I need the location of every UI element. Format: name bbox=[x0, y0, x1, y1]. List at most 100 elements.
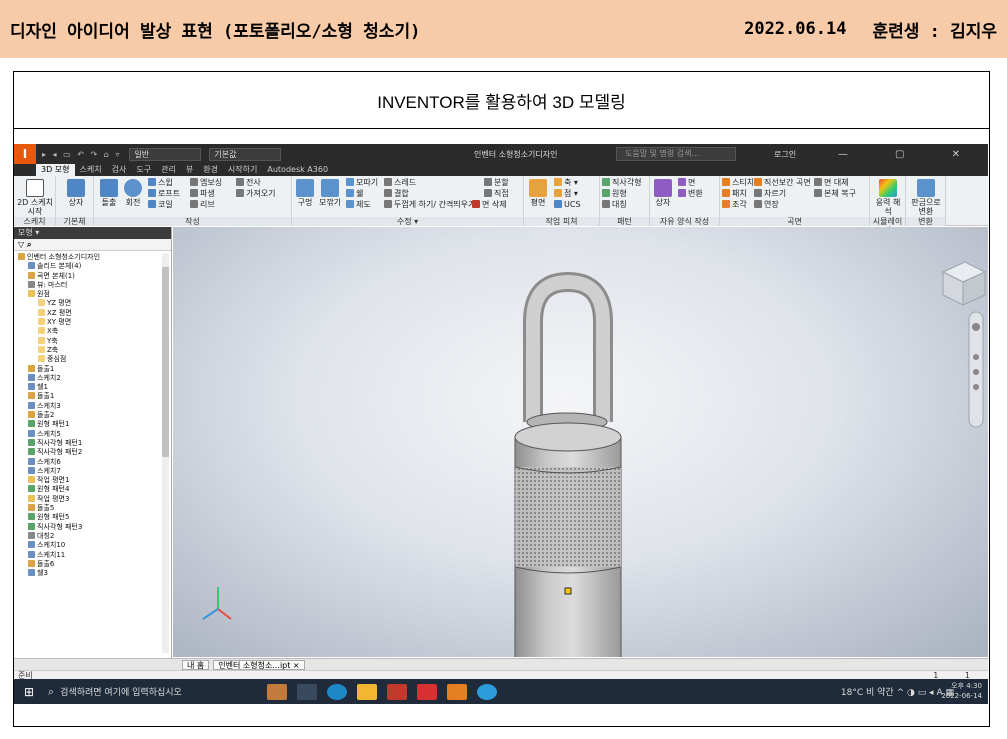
direct-edit-button[interactable]: 직접 bbox=[484, 189, 509, 199]
decal-button[interactable]: 전사 bbox=[236, 178, 261, 188]
box-button[interactable]: 상자 bbox=[64, 179, 88, 207]
powerpoint-icon[interactable] bbox=[387, 683, 407, 700]
filter-icon[interactable]: ▽ bbox=[18, 240, 24, 249]
browser-scrollbar[interactable] bbox=[162, 253, 169, 653]
repair-bodies-button[interactable]: 본체 복구 bbox=[814, 189, 856, 199]
tree-item[interactable]: Z축 bbox=[16, 345, 156, 355]
revolve-button[interactable]: 회전 bbox=[122, 179, 144, 207]
tree-item[interactable]: 돌출6 bbox=[16, 559, 156, 569]
edge-icon[interactable] bbox=[327, 683, 347, 700]
tree-item[interactable]: 직사각형 패턴2 bbox=[16, 448, 156, 457]
tree-item[interactable]: X축 bbox=[16, 327, 156, 336]
hole-button[interactable]: 구멍 bbox=[294, 179, 316, 207]
tree-item[interactable]: 원점 bbox=[16, 290, 156, 299]
start-2d-sketch-button[interactable]: 2D 스케치 시작 bbox=[16, 179, 54, 216]
coil-button[interactable]: 코일 bbox=[148, 200, 173, 210]
tree-item[interactable]: 원형 패턴4 bbox=[16, 485, 156, 494]
acrobat-icon[interactable] bbox=[417, 683, 437, 700]
combine-button[interactable]: 결합 bbox=[384, 189, 409, 199]
tree-item[interactable]: Y축 bbox=[16, 336, 156, 346]
sculpt-button[interactable]: 조각 bbox=[722, 200, 747, 210]
tab-3[interactable]: 도구 bbox=[131, 164, 156, 176]
convert-button[interactable]: 변환 bbox=[678, 189, 703, 199]
tree-item[interactable]: 스케치6 bbox=[16, 457, 156, 467]
tab-1[interactable]: 스케치 bbox=[75, 164, 107, 176]
delete-face-button[interactable]: 면 삭제 bbox=[472, 200, 507, 210]
convert-sheet-metal-button[interactable]: 판금으로 변환 bbox=[910, 179, 942, 216]
tree-item[interactable]: 곡면 본체(1) bbox=[16, 271, 156, 281]
appearance-select[interactable]: 기본값 bbox=[209, 147, 282, 161]
derive-button[interactable]: 파생 bbox=[190, 189, 215, 199]
tree-item[interactable]: 쉘3 bbox=[16, 569, 156, 578]
circular-pattern-button[interactable]: 원형 bbox=[602, 189, 627, 199]
draft-button[interactable]: 제도 bbox=[346, 200, 371, 210]
taskbar-clock[interactable]: 오후 4:30 2022-06-14 bbox=[936, 681, 982, 701]
inventor-logo-icon[interactable]: I bbox=[14, 144, 36, 164]
sweep-button[interactable]: 스윕 bbox=[148, 178, 173, 188]
login-button[interactable]: 로그인 bbox=[774, 149, 796, 160]
extend-button[interactable]: 연장 bbox=[754, 200, 779, 210]
replace-face-button[interactable]: 면 대체 bbox=[814, 178, 849, 188]
split-button[interactable]: 분할 bbox=[484, 178, 509, 188]
tree-item[interactable]: YZ 평면 bbox=[16, 299, 156, 308]
tree-item[interactable]: 스케치10 bbox=[16, 541, 156, 550]
tree-item[interactable]: 돌출1 bbox=[16, 392, 156, 401]
tree-item[interactable]: 인벤터 소형청소기디자인 bbox=[16, 253, 156, 262]
ucs-button[interactable]: UCS bbox=[554, 200, 581, 210]
shell-button[interactable]: 쉘 bbox=[346, 189, 363, 199]
tree-item[interactable]: 뷰: 마스터 bbox=[16, 280, 156, 290]
rib-button[interactable]: 리브 bbox=[190, 200, 215, 210]
task-view-icon[interactable] bbox=[297, 683, 317, 700]
tree-item[interactable]: 원형 패턴5 bbox=[16, 513, 156, 522]
tab-0[interactable]: 3D 모형 bbox=[36, 164, 75, 176]
tree-item[interactable]: 직사각형 패턴1 bbox=[16, 438, 156, 448]
patch-button[interactable]: 패치 bbox=[722, 189, 747, 199]
ruled-surface-button[interactable]: 직선보간 곡면 bbox=[754, 178, 811, 188]
fillet-button[interactable]: 모깎기 bbox=[318, 179, 342, 207]
viewcube[interactable] bbox=[941, 261, 987, 306]
tree-item[interactable]: 돌출1 bbox=[16, 364, 156, 374]
window-controls[interactable]: — ▢ ✕ bbox=[838, 149, 982, 160]
widget-icon[interactable] bbox=[267, 683, 287, 700]
navigation-bar[interactable] bbox=[968, 311, 984, 428]
taskbar-search[interactable]: ⌕ 검색하려면 여기에 입력하십시오 bbox=[44, 679, 262, 704]
scroll-thumb[interactable] bbox=[162, 267, 169, 457]
vacuum-model[interactable] bbox=[514, 271, 622, 657]
tree-item[interactable]: 돌출5 bbox=[16, 504, 156, 513]
tab-7[interactable]: 시작하기 bbox=[223, 164, 262, 176]
tree-item[interactable]: 스케치7 bbox=[16, 466, 156, 476]
home-tab[interactable]: 내 홈 bbox=[182, 659, 210, 670]
tab-4[interactable]: 관리 bbox=[156, 164, 181, 176]
tree-item[interactable]: 대칭2 bbox=[16, 531, 156, 541]
emboss-button[interactable]: 엠보싱 bbox=[190, 178, 222, 188]
tree-item[interactable]: 중심점 bbox=[16, 355, 156, 364]
stitch-button[interactable]: 스티치 bbox=[722, 178, 754, 188]
tree-item[interactable]: 스케치3 bbox=[16, 401, 156, 411]
tab-2[interactable]: 검사 bbox=[107, 164, 132, 176]
tree-item[interactable]: 솔리드 본체(4) bbox=[16, 262, 156, 271]
point-button[interactable]: 점 ▾ bbox=[554, 189, 578, 199]
tree-item[interactable]: XY 평면 bbox=[16, 318, 156, 327]
plane-button[interactable]: 평면 bbox=[526, 179, 550, 207]
windows-start-icon[interactable]: ⊞ bbox=[14, 685, 44, 699]
document-tab[interactable]: 인벤터 소형청소...ipt × bbox=[213, 659, 305, 670]
trim-button[interactable]: 자르기 bbox=[754, 189, 786, 199]
app-icon[interactable] bbox=[477, 683, 497, 700]
tree-item[interactable]: 돌출2 bbox=[16, 411, 156, 420]
browser-header[interactable]: 모형 ▾ bbox=[14, 227, 171, 239]
tree-item[interactable]: 원형 패턴1 bbox=[16, 420, 156, 429]
axis-button[interactable]: 축 ▾ bbox=[554, 178, 578, 188]
tree-item[interactable]: 스케치2 bbox=[16, 373, 156, 383]
mirror-button[interactable]: 대칭 bbox=[602, 200, 627, 210]
tree-item[interactable]: 작업 평면3 bbox=[16, 494, 156, 504]
tab-8[interactable]: Autodesk A360 bbox=[262, 164, 333, 176]
chamfer-button[interactable]: 모따기 bbox=[346, 178, 378, 188]
search-icon[interactable]: ⌕ bbox=[27, 240, 31, 249]
tree-item[interactable]: 스케치11 bbox=[16, 550, 156, 560]
inventor-taskbar-icon[interactable] bbox=[447, 683, 467, 700]
tree-item[interactable]: 스케치5 bbox=[16, 429, 156, 439]
freeform-face-button[interactable]: 면 bbox=[678, 178, 695, 188]
stress-analysis-button[interactable]: 응력 해석 bbox=[874, 179, 902, 216]
import-button[interactable]: 가져오기 bbox=[236, 189, 275, 199]
tree-item[interactable]: 직사각형 패턴3 bbox=[16, 522, 156, 532]
